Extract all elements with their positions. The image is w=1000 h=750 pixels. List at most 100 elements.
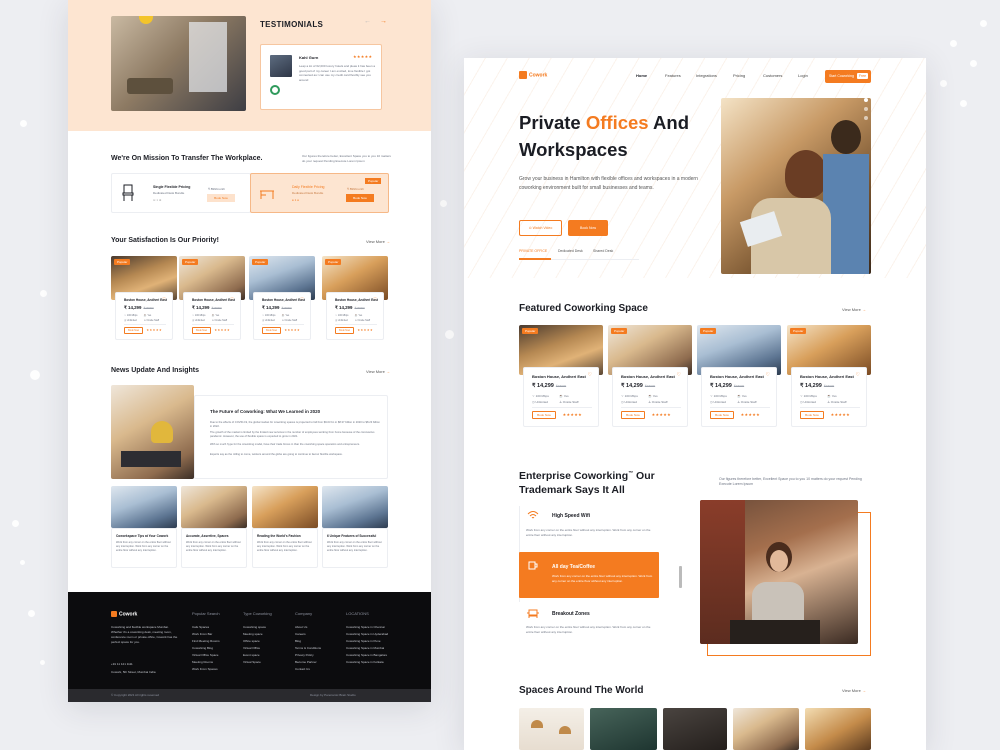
space-photo[interactable]	[590, 708, 657, 750]
footer-link[interactable]: Coworking Blog	[192, 646, 213, 650]
footer-link[interactable]: Work From Spaces	[192, 667, 218, 671]
footer-link[interactable]: Coworking Space in Kolkata	[346, 660, 384, 664]
nav-item[interactable]: Home	[636, 73, 647, 78]
space-card[interactable]: Popular Boston House, Andheri East ♡ ₹ 1…	[249, 256, 315, 345]
testimonial-next-arrow-icon[interactable]: →	[380, 18, 387, 25]
heart-icon[interactable]: ♡	[162, 296, 166, 301]
book-now-button[interactable]: Book Now	[335, 327, 355, 334]
book-now-button[interactable]: Book Now	[346, 194, 374, 202]
view-more-link[interactable]: View More →	[366, 239, 390, 244]
footer: Cowork Coworking and flexible workspace …	[68, 592, 431, 689]
popular-badge: Popular	[611, 328, 628, 334]
footer-col-title: Popular Search	[192, 611, 220, 616]
footer-link[interactable]: Virtual Office	[243, 646, 260, 650]
quantity-stepper[interactable]: ⊖ 1 ⊕	[153, 198, 161, 202]
news-post[interactable]: Accurate, Assertive, Spaces Work from an…	[181, 486, 247, 568]
space-card[interactable]: Popular Boston House, Andheri East ♡ ₹ 1…	[608, 325, 692, 431]
book-now-button[interactable]: Book Now	[532, 411, 556, 419]
footer-link[interactable]: Coworking Space in Pune	[346, 639, 381, 643]
footer-link[interactable]: Terms & Conditions	[295, 646, 321, 650]
hero-tab[interactable]: Shared Desk	[593, 249, 613, 253]
pricing-card-price: ₹ 899/month	[208, 187, 225, 191]
pricing-card-title: Single Flexible Pricing	[153, 185, 191, 189]
footer-link[interactable]: Coworking Space in Chennai	[346, 625, 385, 629]
footer-link[interactable]: About Us	[295, 625, 307, 629]
footer-link[interactable]: Office space	[243, 639, 260, 643]
space-photo[interactable]	[733, 708, 799, 750]
enterprise-desc: Our figures therefore better, Excellent …	[719, 477, 862, 487]
heart-icon[interactable]: ♡	[766, 372, 770, 378]
footer-link[interactable]: Work From Bar	[192, 632, 212, 636]
footer-link[interactable]: Virtual Office Space	[192, 653, 218, 657]
news-post-body: 6 Unique Features of Successful Work fro…	[322, 528, 388, 568]
footer-link[interactable]: Careers	[295, 632, 306, 636]
view-more-link[interactable]: View More →	[842, 307, 866, 312]
footer-logo[interactable]: Cowork	[111, 611, 137, 617]
footer-link[interactable]: Cafe Spaces	[192, 625, 209, 629]
space-card[interactable]: Popular Boston House, Andheri East ♡ ₹ 1…	[322, 256, 388, 345]
nav-item[interactable]: Integrations	[696, 73, 717, 78]
heart-icon[interactable]: ♡	[373, 296, 377, 301]
nav-item[interactable]: Features	[665, 73, 681, 78]
nav-item[interactable]: Pricing	[733, 73, 745, 78]
heart-icon[interactable]: ♡	[856, 372, 860, 378]
heart-icon[interactable]: ♡	[300, 296, 304, 301]
book-now-button[interactable]: Book Now	[568, 220, 608, 236]
news-main-article[interactable]: The Future of Coworking: What We Learned…	[194, 395, 388, 479]
view-more-link[interactable]: View More →	[842, 688, 866, 693]
nav-item[interactable]: Customers	[763, 73, 782, 78]
footer-link[interactable]: Find Meeting Rooms	[192, 639, 220, 643]
access-info: ◷ Unlimited	[800, 400, 816, 404]
space-card[interactable]: Popular Boston House, Andheri East ♡ ₹ 1…	[697, 325, 781, 431]
testimonial-prev-arrow-icon[interactable]: ←	[364, 18, 371, 25]
space-card[interactable]: Popular Boston House, Andheri East ♡ ₹ 1…	[787, 325, 871, 431]
footer-link[interactable]: Coworking Space in Bangalore	[346, 653, 387, 657]
book-now-button[interactable]: Book Now	[710, 411, 734, 419]
book-now-button[interactable]: Book Now	[207, 194, 235, 202]
space-photo[interactable]	[663, 708, 727, 750]
heart-icon[interactable]: ♡	[677, 372, 681, 378]
news-post[interactable]: Reading the World's Fashion Work from an…	[252, 486, 318, 568]
footer-link[interactable]: Coworking Space in Mumbai	[346, 646, 384, 650]
footer-link[interactable]: Become Partner	[295, 660, 317, 664]
footer-link[interactable]: Contact Us	[295, 667, 310, 671]
book-now-button[interactable]: Book Now	[621, 411, 645, 419]
quantity-stepper[interactable]: ● 1 ●	[292, 198, 299, 202]
footer-link[interactable]: Virtual Space	[243, 660, 261, 664]
view-more-link[interactable]: View More →	[366, 369, 390, 374]
space-card[interactable]: Popular Boston House, Andheri East ♡ ₹ 1…	[111, 256, 177, 345]
footer-link[interactable]: Blog	[295, 639, 301, 643]
footer-link[interactable]: Event space	[243, 653, 260, 657]
space-card[interactable]: Popular Boston House, Andheri East ♡ ₹ 1…	[519, 325, 603, 431]
book-now-button[interactable]: Book Now	[192, 327, 212, 334]
space-card[interactable]: Popular Boston House, Andheri East ♡ ₹ 1…	[179, 256, 245, 345]
staff-info: ♙ Onsite Staff	[281, 318, 297, 322]
footer-link[interactable]: Meeting space	[243, 632, 263, 636]
satisfaction-title: Your Satisfaction Is Our Priority!	[111, 237, 220, 244]
watch-video-button[interactable]: ⊙ Watch Video	[519, 220, 562, 236]
hero-slider-dots[interactable]	[864, 98, 868, 134]
nav-logo[interactable]: Cowork	[519, 71, 547, 79]
hero-tab[interactable]: Dedicated Desk	[558, 249, 583, 253]
access-info: ◷ Unlimited	[710, 400, 726, 404]
feature-scrollbar[interactable]	[679, 566, 682, 588]
book-now-button[interactable]: Book Now	[124, 327, 144, 334]
news-post[interactable]: Coworkspace Tips at Your Cowork Work fro…	[111, 486, 177, 568]
book-now-button[interactable]: Book Now	[800, 411, 824, 419]
hero-tab[interactable]: PRIVATE OFFICE	[519, 249, 547, 253]
nav-item[interactable]: Login	[798, 73, 808, 78]
heart-icon[interactable]: ♡	[230, 296, 234, 301]
news-post[interactable]: 6 Unique Features of Successful Work fro…	[322, 486, 388, 568]
book-now-button[interactable]: Book Now	[262, 327, 282, 334]
wifi-speed: ⌔ 100 Mbps	[800, 394, 817, 398]
start-coworking-button[interactable]: Start Coworking Free	[825, 70, 871, 83]
company-logo-icon	[270, 85, 280, 95]
footer-link[interactable]: Coworking space	[243, 625, 266, 629]
footer-link[interactable]: Coworking Space in Hyderabad	[346, 632, 388, 636]
footer-link[interactable]: Privacy Policy	[295, 653, 314, 657]
space-photo[interactable]	[519, 708, 584, 750]
feature-item-coffee[interactable]: All day Tea/Coffee Work from any corner …	[519, 552, 659, 598]
space-photo[interactable]	[805, 708, 871, 750]
footer-link[interactable]: Meeting Rooms	[192, 660, 213, 664]
heart-icon[interactable]: ♡	[588, 372, 592, 378]
